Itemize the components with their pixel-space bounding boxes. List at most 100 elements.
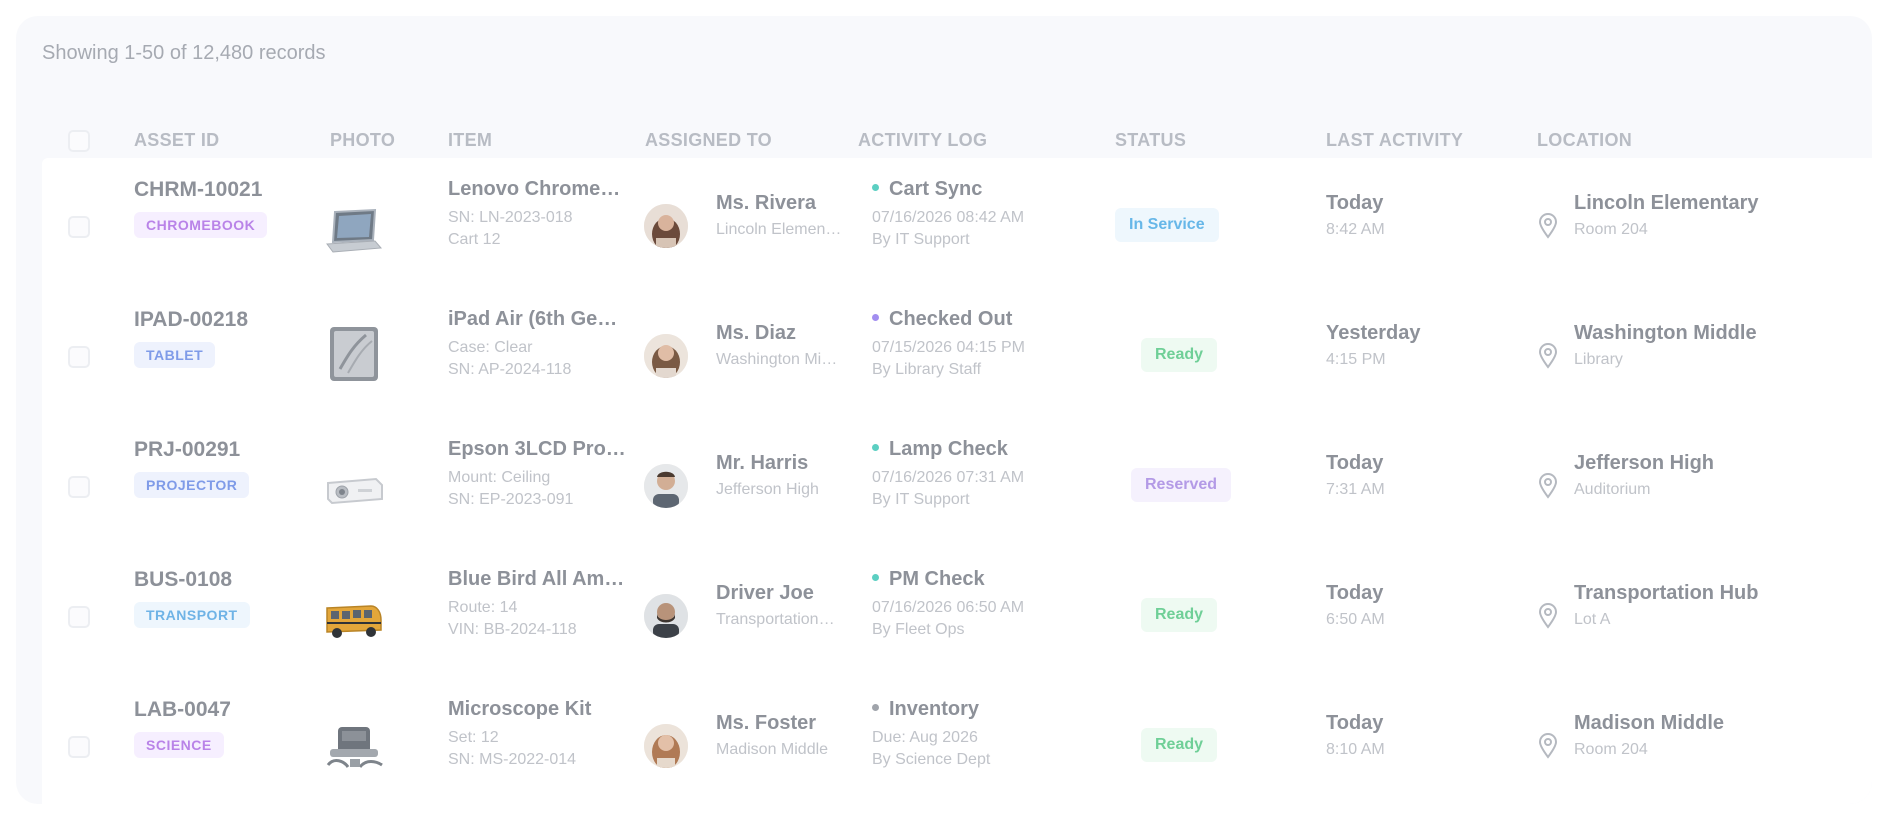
assignee-school: Washington Mi… (716, 351, 838, 368)
tablet-icon (322, 326, 386, 382)
avatar (644, 594, 688, 638)
status-badge: In Service (1115, 208, 1219, 242)
col-activity-log[interactable]: ACTIVITY LOG (858, 130, 987, 151)
avatar (644, 464, 688, 508)
table-row[interactable]: IPAD-00218 TABLET iPad Air (6th Ge… Case… (42, 288, 1872, 418)
location-room: Auditorium (1574, 481, 1651, 498)
category-tag: SCIENCE (134, 732, 224, 758)
location-pin-icon (1537, 343, 1559, 369)
record-count: Showing 1-50 of 12,480 records (42, 42, 326, 64)
location-room: Room 204 (1574, 221, 1648, 238)
assignee-name[interactable]: Mr. Harris (716, 452, 846, 475)
item-serial: Case: Clear (448, 339, 533, 356)
category-tag: TRANSPORT (134, 602, 250, 628)
microscope-kit-icon (322, 718, 386, 774)
location-name[interactable]: Jefferson High (1574, 452, 1714, 475)
asset-id[interactable]: IPAD-00218 (134, 308, 248, 332)
asset-id[interactable]: CHRM-10021 (134, 178, 267, 202)
col-assigned-to[interactable]: ASSIGNED TO (645, 130, 772, 151)
status-badge: Ready (1141, 728, 1218, 762)
item-title[interactable]: Microscope Kit (448, 698, 626, 721)
status-badge: Ready (1141, 598, 1218, 632)
location-name[interactable]: Washington Middle (1574, 322, 1757, 345)
assignee-name[interactable]: Driver Joe (716, 582, 846, 605)
status-dot (872, 184, 879, 192)
item-detail: VIN: BB-2024-118 (448, 621, 577, 638)
activity-by: By Fleet Ops (872, 621, 965, 638)
location-name[interactable]: Madison Middle (1574, 712, 1724, 735)
asset-id[interactable]: BUS-0108 (134, 568, 250, 592)
item-serial: Route: 14 (448, 599, 518, 616)
col-last-activity[interactable]: LAST ACTIVITY (1326, 130, 1463, 151)
row-checkbox[interactable] (68, 736, 90, 758)
assignee-school: Lincoln Elemen… (716, 221, 842, 238)
row-checkbox[interactable] (68, 346, 90, 368)
item-title[interactable]: Lenovo Chrome… (448, 178, 626, 201)
col-item[interactable]: ITEM (448, 130, 492, 151)
activity-title: Cart Sync (889, 178, 983, 200)
projector-icon (322, 462, 386, 518)
location-pin-icon (1537, 213, 1559, 239)
select-all-checkbox[interactable] (68, 130, 90, 152)
assignee-name[interactable]: Ms. Rivera (716, 192, 846, 215)
item-detail: SN: MS-2022-014 (448, 751, 577, 768)
status-dot (872, 444, 879, 452)
table-row[interactable]: LAB-0047 SCIENCE Microscope Kit Set: 12 … (42, 678, 1872, 804)
row-checkbox[interactable] (68, 216, 90, 238)
status-badge: Ready (1141, 338, 1218, 372)
location-room: Room 204 (1574, 741, 1648, 758)
last-activity-time: 8:10 AM (1326, 741, 1385, 758)
assignee-name[interactable]: Ms. Diaz (716, 322, 846, 345)
category-tag: CHROMEBOOK (134, 212, 268, 238)
location-name[interactable]: Transportation Hub (1574, 582, 1758, 605)
assignee-school: Transportation… (716, 611, 835, 628)
assignee-school: Jefferson High (716, 481, 819, 498)
location-room: Library (1574, 351, 1623, 368)
item-detail: SN: AP-2024-118 (448, 361, 572, 378)
item-serial: SN: LN-2023-018 (448, 209, 573, 226)
row-checkbox[interactable] (68, 606, 90, 628)
category-tag: PROJECTOR (134, 472, 250, 498)
activity-title: PM Check (889, 568, 985, 590)
last-activity-time: 7:31 AM (1326, 481, 1385, 498)
last-activity-day: Today (1326, 452, 1384, 474)
avatar (644, 204, 688, 248)
col-asset-id[interactable]: ASSET ID (134, 130, 219, 151)
location-pin-icon (1537, 473, 1559, 499)
laptop-icon (322, 204, 386, 260)
row-checkbox[interactable] (68, 476, 90, 498)
assignee-name[interactable]: Ms. Foster (716, 712, 846, 735)
col-location[interactable]: LOCATION (1537, 130, 1632, 151)
last-activity-time: 6:50 AM (1326, 611, 1385, 628)
activity-by: By Science Dept (872, 751, 991, 768)
activity-title: Checked Out (889, 308, 1013, 330)
activity-title: Inventory (889, 698, 980, 720)
last-activity-time: 4:15 PM (1326, 351, 1386, 368)
activity-title: Lamp Check (889, 438, 1008, 460)
table-row[interactable]: CHRM-10021 CHROMEBOOK Lenovo Chrome… SN:… (42, 158, 1872, 288)
table-body: CHRM-10021 CHROMEBOOK Lenovo Chrome… SN:… (42, 158, 1872, 804)
item-title[interactable]: Blue Bird All Am… (448, 568, 626, 591)
last-activity-day: Yesterday (1326, 322, 1421, 344)
avatar (644, 334, 688, 378)
asset-table-panel: Showing 1-50 of 12,480 records ASSET ID … (16, 16, 1872, 804)
activity-by: By Library Staff (872, 361, 982, 378)
col-status[interactable]: STATUS (1115, 130, 1186, 151)
assignee-school: Madison Middle (716, 741, 829, 758)
item-detail: Cart 12 (448, 231, 501, 248)
asset-id[interactable]: LAB-0047 (134, 698, 231, 722)
item-title[interactable]: iPad Air (6th Ge… (448, 308, 626, 331)
last-activity-time: 8:42 AM (1326, 221, 1385, 238)
item-serial: Mount: Ceiling (448, 469, 551, 486)
location-room: Lot A (1574, 611, 1611, 628)
location-pin-icon (1537, 733, 1559, 759)
item-title[interactable]: Epson 3LCD Proj… (448, 438, 626, 461)
table-row[interactable]: PRJ-00291 PROJECTOR Epson 3LCD Proj… Mou… (42, 418, 1872, 548)
table-row[interactable]: BUS-0108 TRANSPORT Blue Bird All Am… Rou… (42, 548, 1872, 678)
activity-time: Due: Aug 2026 (872, 729, 978, 746)
asset-id[interactable]: PRJ-00291 (134, 438, 249, 462)
last-activity-day: Today (1326, 192, 1384, 214)
location-name[interactable]: Lincoln Elementary (1574, 192, 1759, 215)
activity-time: 07/16/2026 06:50 AM (872, 599, 1025, 616)
status-badge: Reserved (1131, 468, 1232, 502)
